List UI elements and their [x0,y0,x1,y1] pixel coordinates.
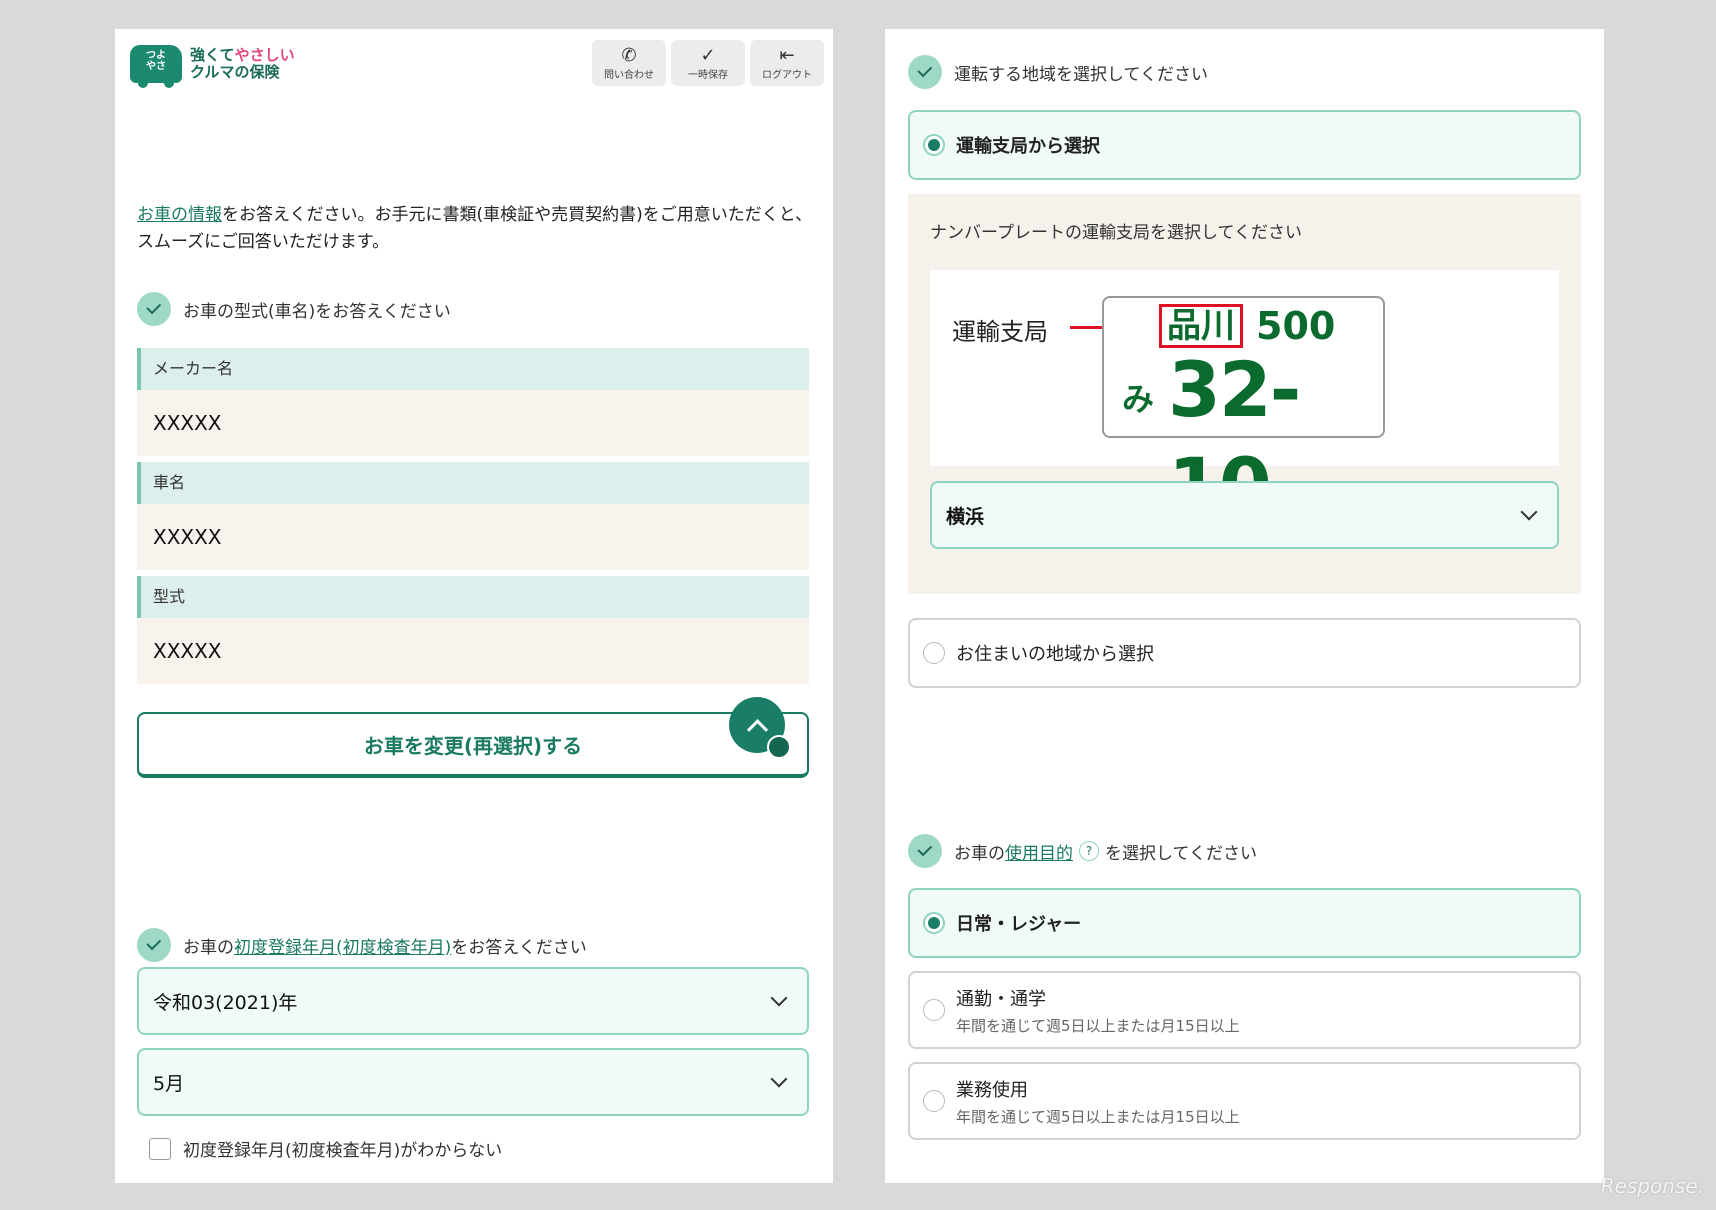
radio-selected-icon[interactable] [923,912,945,934]
question-car-model: お車の型式(車名)をお答えください [137,292,451,326]
intro-body: をお答えください。お手元に書類(車検証や売買契約書)をご用意いただくと、スムーズ… [137,205,813,252]
phone-icon: ✆ [621,44,637,66]
radio-selected-icon[interactable] [923,134,945,156]
car-name-value: XXXXX [137,504,809,570]
question-first-registration: お車の 初度登録年月(初度検査年月) をお答えください [137,928,587,962]
contact-button[interactable]: ✆ 問い合わせ [592,40,666,86]
radio-unselected-icon[interactable] [923,999,945,1021]
chevron-down-icon [770,989,788,1007]
bureau-select[interactable]: 横浜 [930,481,1559,549]
contact-label: 問い合わせ [604,69,654,81]
usage-purpose-link[interactable]: 使用目的 [1005,839,1073,864]
logout-icon: ⇤ [779,44,795,66]
plate-illustration: 運輸支局 品川 500 み 32-10 [930,270,1559,530]
question-driving-region-label: 運転する地域を選択してください [954,64,1208,85]
right-screen: 運転する地域を選択してください 運輸支局から選択 ナンバープレートの運輸支局を選… [885,29,1604,1183]
chevron-down-icon [770,1070,788,1088]
purpose-leisure-label: 日常・レジャー [956,914,1082,935]
question-purpose-prefix: お車の [954,843,1005,864]
chevron-down-icon [1520,503,1538,521]
maker-label: メーカー名 [137,348,809,390]
logo-line1-a: 強くて [190,46,235,64]
radio-unselected-icon[interactable] [923,1090,945,1112]
option-transport-bureau[interactable]: 運輸支局から選択 [908,110,1581,180]
unknown-registration-checkbox[interactable] [149,1137,171,1160]
radio-unselected-icon[interactable] [923,642,945,664]
logo-line2: クルマの保険 [190,63,280,81]
question-driving-region: 運転する地域を選択してください [908,55,1208,89]
plate-callout-label: 運輸支局 [952,318,1048,346]
option-transport-bureau-label: 運輸支局から選択 [956,136,1100,157]
logout-button[interactable]: ⇤ ログアウト [750,40,824,86]
month-select-value: 5月 [153,1072,185,1095]
car-name-label: 車名 [137,462,809,504]
check-icon [137,292,171,326]
logout-label: ログアウト [762,69,812,81]
watermark: Response. [1600,1174,1704,1198]
car-logo-icon: つよ やさ [130,45,182,88]
purpose-business-label: 業務使用 [956,1079,1028,1101]
option-purpose-leisure[interactable]: 日常・レジャー [908,888,1581,958]
check-icon [908,55,942,89]
purpose-commute-text: 通勤・通学 年間を通じて週5日以上または月15日以上 [956,985,1240,1036]
car-info-link[interactable]: お車の情報 [137,205,222,225]
check-circle-icon: ✓ [700,44,716,66]
bureau-select-value: 横浜 [946,505,985,528]
purpose-commute-label: 通勤・通学 [956,988,1046,1010]
year-select[interactable]: 令和03(2021)年 [137,967,809,1035]
maker-value: XXXXX [137,390,809,456]
purpose-business-text: 業務使用 年間を通じて週5日以上または月15日以上 [956,1076,1240,1127]
model-code-label: 型式 [137,576,809,618]
header-actions: ✆ 問い合わせ ✓ 一時保存 ⇤ ログアウト [592,40,824,86]
model-code-value: XXXXX [137,618,809,684]
fab-dot-icon [767,735,791,759]
help-icon[interactable]: ? [1079,841,1099,861]
option-purpose-business[interactable]: 業務使用 年間を通じて週5日以上または月15日以上 [908,1062,1581,1140]
check-icon [137,928,171,962]
brand-logo[interactable]: つよ やさ 強くてやさしい クルマの保険 [130,45,295,88]
check-icon [908,834,942,868]
intro-text: お車の情報をお答えください。お手元に書類(車検証や売買契約書)をご用意いただくと… [137,202,817,256]
logo-text: 強くてやさしい クルマの保険 [190,47,295,81]
month-select[interactable]: 5月 [137,1048,809,1116]
option-purpose-commute[interactable]: 通勤・通学 年間を通じて週5日以上または月15日以上 [908,971,1581,1049]
question-purpose-suffix: を選択してください [1105,843,1257,864]
unknown-registration-label: 初度登録年月(初度検査年月)がわからない [183,1141,503,1161]
purpose-commute-note: 年間を通じて週5日以上または月15日以上 [956,1016,1240,1035]
question-reg-prefix: お車の [183,937,234,958]
question-reg-suffix: をお答えください [451,937,587,958]
plate-hiragana: み [1122,380,1155,418]
option-residence-region[interactable]: お住まいの地域から選択 [908,618,1581,688]
save-draft-label: 一時保存 [688,69,728,81]
license-plate: 品川 500 み 32-10 [1102,296,1385,530]
unknown-registration-option[interactable]: 初度登録年月(初度検査年月)がわからない [149,1136,502,1161]
change-car-button[interactable]: お車を変更(再選択)する [137,712,809,778]
purpose-business-note: 年間を通じて週5日以上または月15日以上 [956,1107,1240,1126]
question-car-model-label: お車の型式(車名)をお答えください [183,301,451,322]
plate-instruction: ナンバープレートの運輸支局を選択してください [930,223,1302,243]
first-registration-link[interactable]: 初度登録年月(初度検査年月) [234,933,451,958]
question-usage-purpose: お車の 使用目的? を選択してください [908,834,1257,868]
logo-badge-text: つよ やさ [146,50,166,72]
save-draft-button[interactable]: ✓ 一時保存 [671,40,745,86]
year-select-value: 令和03(2021)年 [153,991,298,1014]
logo-line1-b: やさしい [234,46,295,64]
left-screen: つよ やさ 強くてやさしい クルマの保険 ✆ 問い合わせ ✓ 一時保存 ⇤ ログ… [115,29,833,1183]
bureau-select-section: ナンバープレートの運輸支局を選択してください 運輸支局 品川 500 み 32-… [908,194,1581,594]
option-residence-label: お住まいの地域から選択 [956,644,1154,665]
